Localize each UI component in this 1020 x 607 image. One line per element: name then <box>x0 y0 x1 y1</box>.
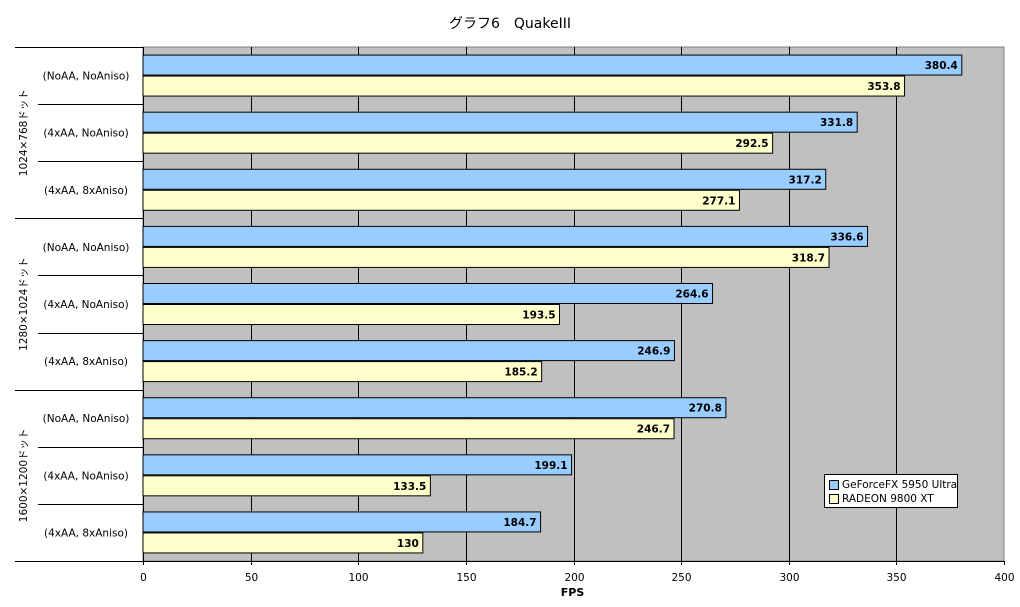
legend: GeForceFX 5950 Ultra RADEON 9800 XT <box>824 474 958 508</box>
bar-chart: (NoAA, NoAniso) (4xAA, NoAniso) (4xAA, 8xA… <box>15 46 1015 584</box>
bar-value-label: 277.1 <box>702 195 735 207</box>
legend-swatch-radeon <box>829 494 839 504</box>
bar-value-label: 318.7 <box>792 252 825 264</box>
legend-label-geforce: GeForceFX 5950 Ultra <box>842 479 958 491</box>
bar-radeon <box>142 246 830 268</box>
legend-label-radeon: RADEON 9800 XT <box>842 493 934 505</box>
legend-item-radeon: RADEON 9800 XT <box>829 492 953 506</box>
x-tick-label: 300 <box>779 572 799 584</box>
legend-item-geforce: GeForceFX 5950 Ultra <box>829 478 957 492</box>
bar-value-label: 380.4 <box>925 60 958 72</box>
bar-value-label: 185.2 <box>504 367 537 379</box>
bar-geforce <box>142 54 963 76</box>
legend-swatch-geforce <box>829 480 839 490</box>
x-tick-label: 0 <box>140 572 147 584</box>
bar-geforce <box>142 340 675 362</box>
x-tick-label: 350 <box>886 572 906 584</box>
bar-value-label: 270.8 <box>689 403 722 415</box>
bar-radeon <box>142 475 431 497</box>
x-tick-label: 250 <box>671 572 691 584</box>
category-label: (NoAA, NoAniso) <box>43 71 130 83</box>
bar-radeon <box>142 532 424 554</box>
category-label: (4xAA, NoAniso) <box>43 128 128 140</box>
bar-geforce <box>142 225 869 247</box>
bar-radeon <box>142 361 543 383</box>
bar-value-label: 199.1 <box>534 460 567 472</box>
category-label: (4xAA, NoAniso) <box>43 299 128 311</box>
group-label: 1600×1200ドット <box>18 428 30 522</box>
group-label: 1024×768ドット <box>18 89 30 176</box>
bar-radeon <box>142 189 740 211</box>
category-label: (4xAA, 8xAniso) <box>44 527 128 539</box>
group-label: 1280×1024ドット <box>18 257 30 351</box>
bar-value-label: 130 <box>397 538 419 550</box>
bar-geforce <box>142 168 827 190</box>
bar-value-label: 353.8 <box>867 81 900 93</box>
bar-radeon <box>142 418 675 440</box>
bar-value-label: 317.2 <box>789 174 822 186</box>
bar-value-label: 246.9 <box>637 346 670 358</box>
x-tick-label: 200 <box>564 572 584 584</box>
x-tick-label: 100 <box>348 572 368 584</box>
bar-value-label: 264.6 <box>675 289 708 301</box>
category-label: (4xAA, 8xAniso) <box>44 356 128 368</box>
bar-value-label: 193.5 <box>522 310 555 322</box>
bar-geforce <box>142 454 573 476</box>
bar-value-label: 331.8 <box>820 117 853 129</box>
bar-value-label: 246.7 <box>637 424 670 436</box>
bar-radeon <box>142 304 561 325</box>
category-label: (4xAA, NoAniso) <box>43 470 128 482</box>
bar-geforce <box>142 111 858 133</box>
bar-value-label: 133.5 <box>393 481 426 493</box>
bar-radeon <box>142 75 906 97</box>
bar-value-label: 292.5 <box>735 138 768 150</box>
x-axis-title: FPS <box>560 586 585 599</box>
bar-value-label: 336.6 <box>830 231 863 243</box>
x-tick-label: 50 <box>245 572 258 584</box>
bar-geforce <box>142 511 542 533</box>
x-tick-label: 400 <box>994 572 1014 584</box>
bar-value-label: 184.7 <box>503 517 536 529</box>
category-label: (NoAA, NoAniso) <box>43 413 130 425</box>
bar-geforce <box>142 397 727 419</box>
category-label: (4xAA, 8xAniso) <box>44 185 128 197</box>
x-tick-label: 150 <box>456 572 476 584</box>
bar-geforce <box>142 283 714 304</box>
category-label: (NoAA, NoAniso) <box>43 242 130 254</box>
bar-radeon <box>142 132 774 154</box>
